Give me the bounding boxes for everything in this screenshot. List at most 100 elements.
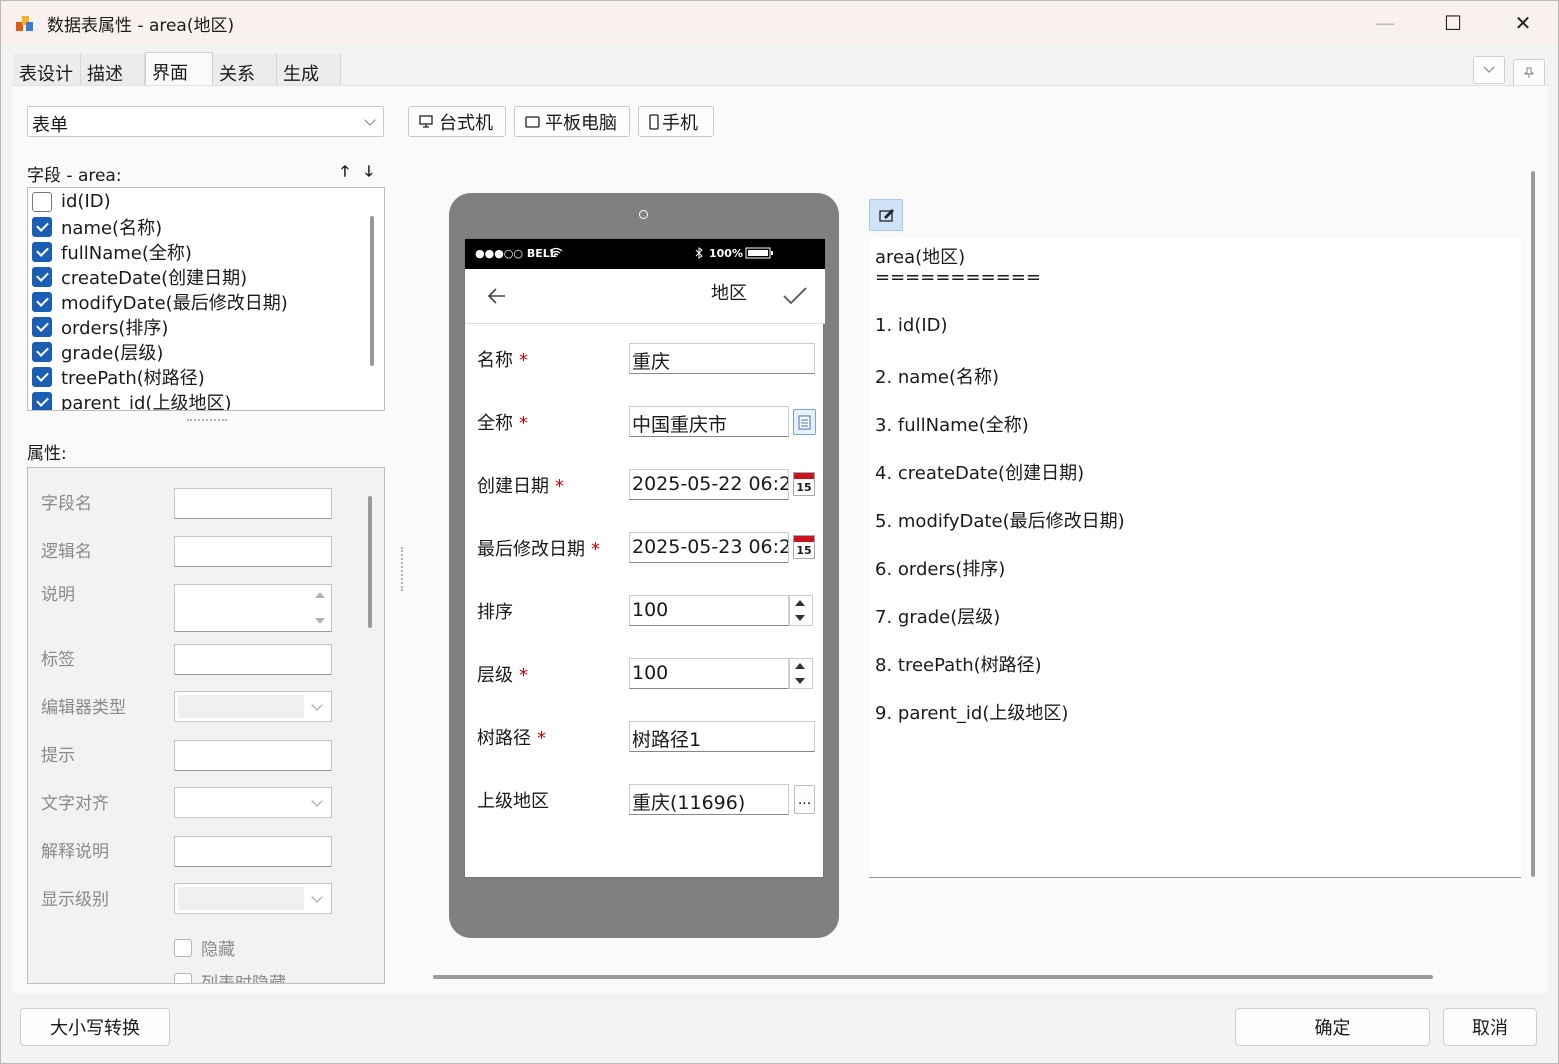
field-item[interactable]: parent_id(上级地区)	[32, 389, 231, 410]
text-line: 1. id(ID)	[875, 315, 948, 336]
editor-type-select[interactable]	[174, 691, 332, 722]
field-checkbox[interactable]	[32, 366, 52, 387]
tablet-icon	[525, 115, 540, 128]
down-arrow-icon[interactable]	[795, 615, 805, 621]
view-type-value: 表单	[32, 115, 68, 136]
field-item-label: grade(层级)	[61, 342, 164, 364]
splitter-grip[interactable]	[187, 419, 227, 421]
up-arrow-icon[interactable]	[795, 600, 805, 606]
phone-nav-bar: 地区	[465, 269, 825, 324]
ok-button[interactable]: 确定	[1235, 1008, 1430, 1046]
dropdown-chevron-button[interactable]	[1473, 56, 1505, 84]
maximize-button[interactable]: ☐	[1433, 9, 1473, 37]
field-checkbox[interactable]	[32, 241, 52, 262]
preview-vertical-scrollbar[interactable]	[1531, 171, 1535, 877]
mobile-button[interactable]: 手机	[638, 106, 714, 137]
move-up-icon[interactable]: 🡑	[341, 161, 349, 186]
up-arrow-icon[interactable]	[795, 663, 805, 669]
field-item[interactable]: grade(层级)	[32, 339, 163, 364]
chevron-down-icon	[311, 699, 323, 711]
field-checkbox[interactable]	[32, 266, 52, 287]
field-checkbox[interactable]	[32, 316, 52, 337]
field-item[interactable]: orders(排序)	[32, 314, 168, 339]
window-title: 数据表属性 - area(地区)	[47, 16, 235, 36]
name-input[interactable]: 重庆	[629, 343, 815, 374]
field-item[interactable]: createDate(创建日期)	[32, 264, 247, 289]
description-text-pane[interactable]: area(地区) =========== 1. id(ID) 2. name(名…	[869, 238, 1521, 878]
fields-title: 字段 - area:	[27, 166, 122, 186]
desktop-button[interactable]: 台式机	[408, 106, 506, 137]
text-line: 4. createDate(创建日期)	[875, 463, 1085, 484]
text-line: 8. treePath(树路径)	[875, 655, 1042, 676]
calendar-icon[interactable]: 15	[793, 472, 815, 496]
createdate-input[interactable]: 2025-05-22 06:23	[629, 469, 789, 500]
required-marker: *	[537, 728, 546, 749]
down-arrow-icon[interactable]	[795, 678, 805, 684]
minimize-button[interactable]: —	[1365, 9, 1405, 37]
modifydate-input[interactable]: 2025-05-23 06:23	[629, 532, 789, 563]
grade-input[interactable]: 100	[629, 658, 789, 689]
list-hidden-check[interactable]: 列表时隐藏	[174, 969, 286, 983]
tab-generate[interactable]: 生成	[277, 54, 341, 86]
title-bar: 数据表属性 - area(地区) — ☐ ✕	[1, 1, 1558, 45]
wifi-icon	[549, 247, 563, 256]
tab-interface[interactable]: 界面	[145, 52, 213, 86]
calendar-icon[interactable]: 15	[793, 535, 815, 559]
treepath-input[interactable]: 树路径1	[629, 721, 815, 752]
explanation-input[interactable]	[174, 836, 332, 867]
dialog-window: 数据表属性 - area(地区) — ☐ ✕ 表设计 描述 界面 关系 生成 表…	[0, 0, 1559, 1064]
display-level-select[interactable]	[174, 883, 332, 914]
orders-stepper[interactable]	[789, 595, 813, 626]
logical-name-input[interactable]	[174, 536, 332, 567]
field-checkbox[interactable]	[32, 391, 52, 410]
properties-scrollbar[interactable]	[368, 496, 372, 628]
field-item[interactable]: fullName(全称)	[32, 239, 192, 264]
case-convert-button[interactable]: 大小写转换	[20, 1008, 170, 1046]
document-icon[interactable]	[793, 409, 816, 435]
field-item-label: treePath(树路径)	[61, 367, 205, 389]
document-lines-icon	[798, 415, 811, 430]
battery-icon	[745, 247, 773, 259]
field-checkbox[interactable]	[32, 191, 52, 212]
text-line: ===========	[875, 267, 1041, 288]
list-hidden-checkbox[interactable]	[174, 972, 192, 983]
close-button[interactable]: ✕	[1503, 9, 1543, 37]
preview-horizontal-scrollbar[interactable]	[433, 975, 1433, 979]
form-label-modifydate: 最后修改日期 *	[477, 535, 600, 561]
fullname-input[interactable]: 中国重庆市	[629, 406, 789, 437]
field-name-input[interactable]	[174, 488, 332, 519]
hidden-checkbox[interactable]	[174, 938, 192, 957]
confirm-check-icon[interactable]	[783, 287, 807, 305]
back-arrow-icon[interactable]	[487, 287, 507, 305]
hidden-check[interactable]: 隐藏	[174, 935, 235, 960]
parent-input[interactable]: 重庆(11696)	[629, 784, 789, 815]
move-down-icon[interactable]: 🡓	[365, 161, 373, 186]
description-textarea[interactable]	[174, 584, 332, 632]
orders-input[interactable]: 100	[629, 595, 789, 626]
field-item-label: name(名称)	[61, 217, 163, 239]
browse-button[interactable]: ...	[794, 785, 815, 814]
tab-table-design[interactable]: 表设计	[13, 54, 81, 86]
pin-button[interactable]	[1513, 59, 1545, 87]
tablet-button[interactable]: 平板电脑	[514, 106, 630, 137]
field-item[interactable]: treePath(树路径)	[32, 364, 205, 389]
view-type-select[interactable]: 表单	[27, 106, 384, 137]
tab-description[interactable]: 描述	[81, 54, 145, 86]
cancel-button[interactable]: 取消	[1443, 1008, 1537, 1046]
tag-input[interactable]	[174, 644, 332, 675]
field-checkbox[interactable]	[32, 341, 52, 362]
field-item[interactable]: name(名称)	[32, 214, 162, 239]
edit-button[interactable]	[869, 199, 903, 231]
field-item[interactable]: modifyDate(最后修改日期)	[32, 289, 288, 314]
field-list-scrollbar[interactable]	[370, 216, 374, 366]
grade-stepper[interactable]	[789, 658, 813, 689]
field-item[interactable]: id(ID)	[32, 189, 111, 214]
tab-relations[interactable]: 关系	[213, 54, 277, 86]
bluetooth-icon	[695, 247, 703, 259]
field-checkbox[interactable]	[32, 291, 52, 312]
text-align-select[interactable]	[174, 787, 332, 818]
hint-input[interactable]	[174, 740, 332, 771]
field-item-label: createDate(创建日期)	[61, 267, 248, 289]
field-checkbox[interactable]	[32, 216, 52, 237]
vertical-splitter[interactable]	[401, 547, 405, 591]
